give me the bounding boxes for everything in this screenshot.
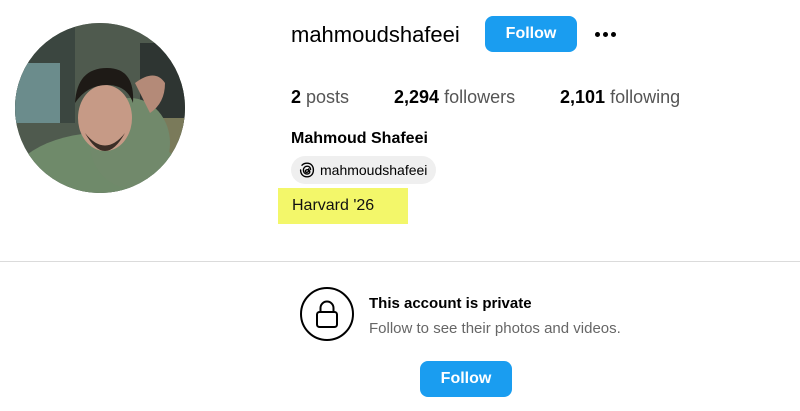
followers-stat[interactable]: 2,294 followers: [394, 86, 515, 108]
more-options-icon-dot: [610, 31, 616, 37]
posts-label: posts: [306, 87, 350, 107]
follow-button[interactable]: Follow: [485, 16, 577, 52]
follow-button-bottom[interactable]: Follow: [420, 361, 512, 397]
profile-username: mahmoudshafeei: [291, 22, 460, 47]
section-divider: [0, 261, 800, 262]
profile-full-name: Mahmoud Shafeei: [291, 130, 428, 147]
lock-icon: [300, 287, 354, 341]
following-stat[interactable]: 2,101 following: [560, 86, 680, 108]
more-options-button[interactable]: [590, 22, 620, 46]
more-options-icon: [594, 31, 600, 37]
threads-handle: mahmoudshafeei: [320, 162, 428, 178]
posts-count: 2: [291, 87, 302, 107]
threads-link[interactable]: mahmoudshafeei: [291, 156, 437, 184]
profile-bio: Harvard '26: [278, 188, 408, 224]
private-account-subtitle: Follow to see their photos and videos.: [369, 320, 621, 337]
threads-icon: [299, 162, 315, 178]
avatar-photo: [15, 23, 185, 193]
followers-label: followers: [444, 87, 516, 107]
followers-count: 2,294: [394, 87, 440, 107]
posts-stat: 2 posts: [291, 86, 349, 108]
following-label: following: [610, 87, 681, 107]
private-account-title: This account is private: [369, 295, 532, 312]
following-count: 2,101: [560, 87, 606, 107]
more-options-icon-dot: [602, 31, 608, 37]
profile-avatar[interactable]: [15, 23, 185, 193]
